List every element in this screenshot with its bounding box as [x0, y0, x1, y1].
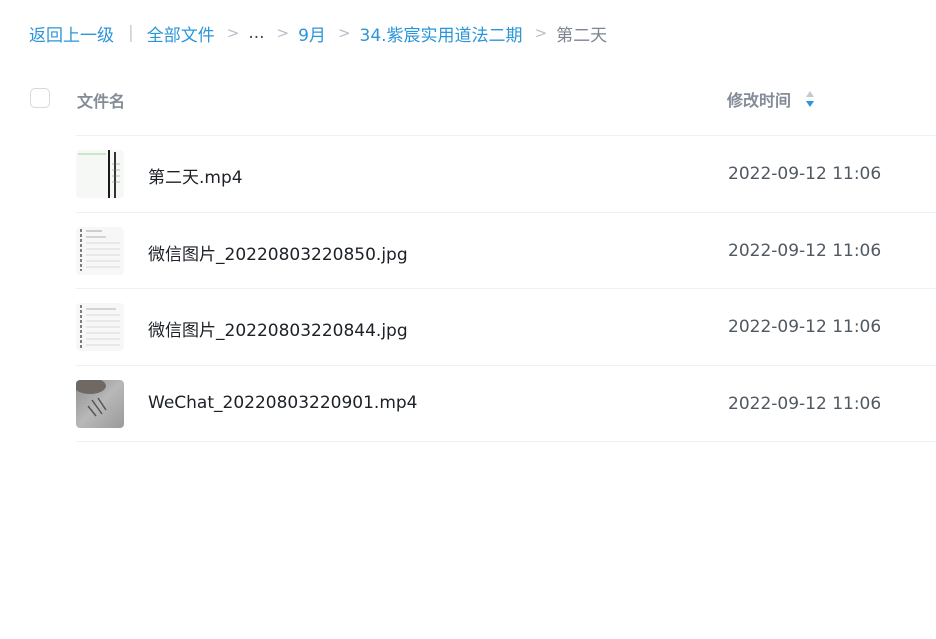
file-name[interactable]: WeChat_20220803220901.mp4: [148, 393, 418, 413]
table-header: 文件名 修改时间: [0, 74, 936, 124]
file-name[interactable]: 第二天.mp4: [148, 163, 243, 188]
breadcrumb-separator-icon: >: [337, 24, 351, 42]
table-row[interactable]: 微信图片_20220803220850.jpg 2022-09-12 11:06: [76, 213, 936, 289]
breadcrumb-ellipsis[interactable]: ...: [248, 23, 264, 43]
video-thumbnail-icon: [76, 150, 124, 198]
file-name[interactable]: 微信图片_20220803220844.jpg: [148, 316, 408, 341]
column-header-modified[interactable]: 修改时间: [727, 87, 817, 111]
file-modified-time: 2022-09-12 11:06: [728, 241, 882, 261]
table-row[interactable]: WeChat_20220803220901.mp4 2022-09-12 11:…: [76, 366, 936, 442]
sort-icon[interactable]: [803, 88, 817, 110]
file-modified-time: 2022-09-12 11:06: [728, 394, 882, 414]
image-thumbnail-icon: [76, 227, 124, 275]
breadcrumb-folder[interactable]: 34.紫宸实用道法二期: [360, 21, 523, 46]
video-thumbnail-icon: [76, 380, 124, 428]
back-link[interactable]: 返回上一级: [29, 21, 114, 46]
table-row[interactable]: 第二天.mp4 2022-09-12 11:06: [76, 136, 936, 212]
table-row[interactable]: 微信图片_20220803220844.jpg 2022-09-12 11:06: [76, 289, 936, 365]
breadcrumb-month[interactable]: 9月: [298, 21, 326, 46]
file-modified-time: 2022-09-12 11:06: [728, 317, 882, 337]
select-all-checkbox[interactable]: [30, 88, 50, 108]
breadcrumb-divider: |: [128, 23, 134, 43]
file-browser: 返回上一级 | 全部文件 > ... > 9月 > 34.紫宸实用道法二期 > …: [0, 0, 936, 639]
breadcrumb-current: 第二天: [556, 25, 608, 46]
breadcrumb-separator-icon: >: [534, 24, 548, 42]
breadcrumb-separator-icon: >: [226, 24, 240, 42]
breadcrumb: 返回上一级 | 全部文件 > ... > 9月 > 34.紫宸实用道法二期 > …: [29, 20, 607, 46]
row-divider: [76, 441, 936, 442]
breadcrumb-separator-icon: >: [276, 24, 290, 42]
column-header-name[interactable]: 文件名: [77, 88, 125, 112]
file-name[interactable]: 微信图片_20220803220850.jpg: [148, 240, 408, 265]
column-header-modified-label: 修改时间: [727, 91, 792, 110]
breadcrumb-all-files[interactable]: 全部文件: [147, 21, 215, 46]
image-thumbnail-icon: [76, 303, 124, 351]
file-modified-time: 2022-09-12 11:06: [728, 164, 882, 184]
